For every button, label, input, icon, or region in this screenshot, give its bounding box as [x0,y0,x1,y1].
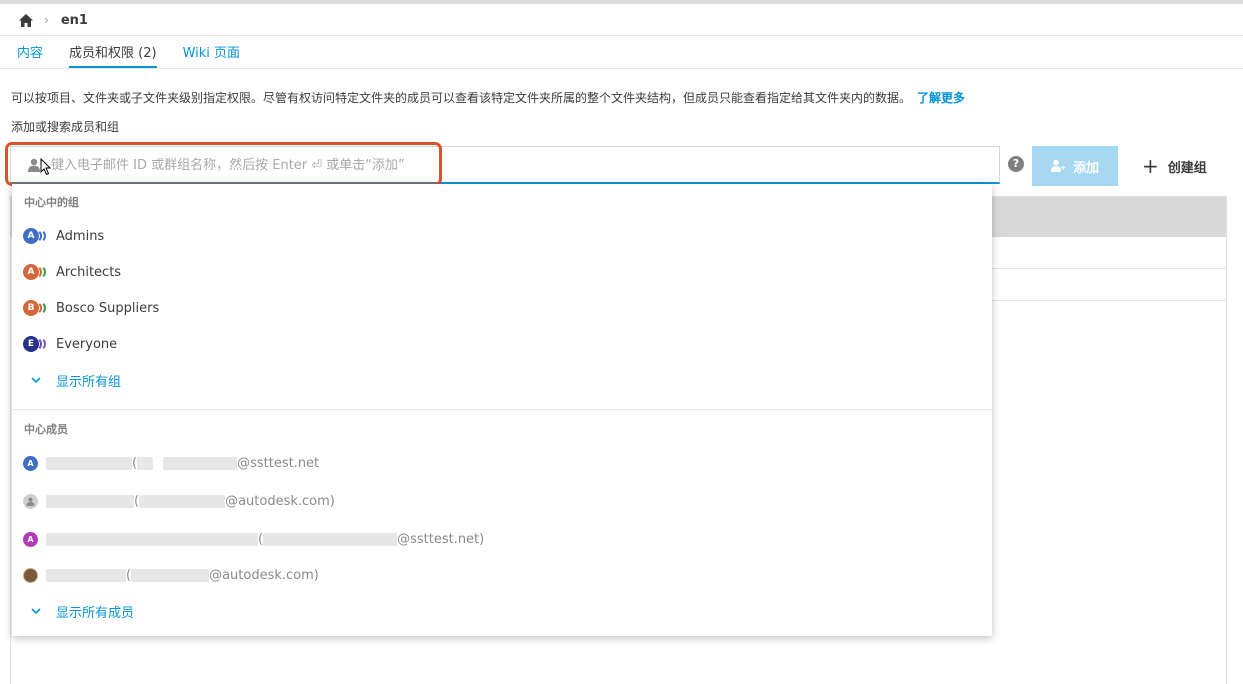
group-item-everyone[interactable]: E Everyone [23,333,117,355]
show-all-members-label: 显示所有成员 [56,605,135,621]
create-group-button[interactable]: + 创建组 [1142,156,1207,176]
person-icon [26,497,35,506]
member-item[interactable]: A ( @ssttest.net) [23,528,484,550]
home-icon[interactable] [18,13,34,28]
member-email-domain: @autodesk.com) [225,493,335,509]
search-label: 添加或搜索成员和组 [11,120,120,134]
avatar: A [23,531,38,547]
redacted-name [46,568,126,582]
group-item-bosco-suppliers[interactable]: B Bosco Suppliers [23,297,159,319]
member-text: ( @ssttest.net) [46,532,484,547]
redacted-name [46,456,132,470]
group-icon: B [23,300,49,316]
avatar: A [23,455,38,471]
group-icon: E [23,336,49,352]
divider [0,35,1243,36]
redacted-email [263,532,398,546]
divider [12,409,992,410]
chevron-down-icon [31,607,41,614]
group-name: Admins [56,228,105,244]
group-icon: A [23,264,49,280]
tab-content[interactable]: 内容 [17,44,43,68]
create-group-label: 创建组 [1167,160,1207,176]
member-text: ( @autodesk.com) [46,494,335,509]
avatar [23,493,38,509]
add-button-label: 添加 [1072,160,1099,176]
description-text: 可以按项目、文件夹或子文件夹级别指定权限。尽管有权访问特定文件夹的成员可以查看该… [11,91,912,105]
add-person-icon [1050,159,1065,172]
members-section-title: 中心成员 [24,423,68,436]
redacted-name [46,532,258,546]
plus-icon: + [1142,154,1159,178]
group-icon: A [23,228,49,244]
group-item-admins[interactable]: A Admins [23,225,104,247]
chevron-down-icon [31,376,41,383]
groups-section-title: 中心中的组 [24,196,79,209]
permissions-description: 可以按项目、文件夹或子文件夹级别指定权限。尽管有权访问特定文件夹的成员可以查看该… [11,89,965,106]
top-border [0,0,1243,4]
group-name: Bosco Suppliers [56,300,160,316]
member-item[interactable]: ( @autodesk.com) [23,490,335,512]
member-email-domain: @ssttest.net) [397,531,485,547]
group-name: Architects [56,264,122,280]
breadcrumb: › en1 [18,10,88,30]
tab-members-permissions[interactable]: 成员和权限 (2) [69,44,157,68]
show-all-members-link[interactable]: 显示所有成员 [31,601,134,621]
redacted-email [131,568,210,582]
group-name: Everyone [56,336,118,352]
tab-wiki[interactable]: Wiki 页面 [183,44,240,68]
mouse-cursor-icon [40,158,52,176]
chevron-right-icon: › [44,13,49,27]
avatar [23,567,38,583]
help-icon[interactable]: ? [1008,156,1024,172]
add-button[interactable]: 添加 [1032,146,1118,186]
search-box [10,146,1000,184]
learn-more-link[interactable]: 了解更多 [917,91,965,105]
member-item[interactable]: ( @autodesk.com) [23,564,319,586]
show-all-groups-label: 显示所有组 [56,374,122,390]
member-email-domain: @autodesk.com) [209,567,319,583]
search-suggestions-dropdown: 中心中的组 A Admins A Architects B Bosco Supp… [12,184,992,636]
divider [0,68,1243,69]
member-item[interactable]: A ( @ssttest.net [23,452,319,474]
member-text: ( @autodesk.com) [46,568,319,583]
search-input[interactable] [51,155,451,175]
breadcrumb-current: en1 [60,12,88,28]
member-text: ( @ssttest.net [46,456,319,471]
redacted-email [163,456,238,470]
person-icon [28,158,40,172]
show-all-groups-link[interactable]: 显示所有组 [31,370,121,390]
redacted-email [137,456,154,470]
member-email-domain: @ssttest.net [237,455,320,471]
group-item-architects[interactable]: A Architects [23,261,121,283]
tab-bar: 内容 成员和权限 (2) Wiki 页面 [17,44,266,68]
redacted-name [46,494,134,508]
redacted-email [139,494,226,508]
